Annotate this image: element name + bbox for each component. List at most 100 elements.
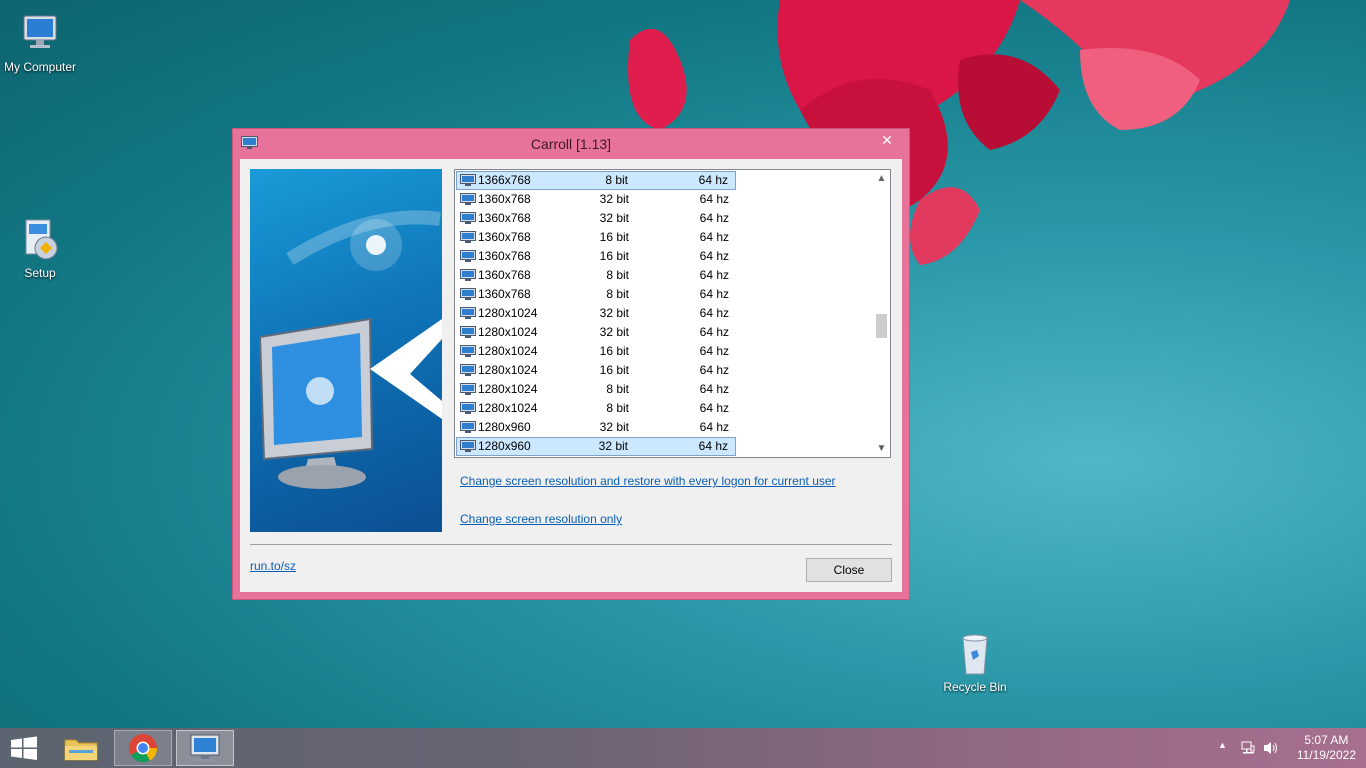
vertical-scrollbar[interactable]: ▲ ▼ [873,170,890,457]
clock-time: 5:07 AM [1304,733,1349,747]
resolution-row[interactable]: 1360x768 32 bit 64 hz [456,209,736,228]
refresh-rate-value: 64 hz [699,363,729,377]
resolution-row[interactable]: 1360x768 16 bit 64 hz [456,228,736,247]
resolution-value: 1280x1024 [478,382,538,396]
refresh-rate-value: 64 hz [699,211,729,225]
change-resolution-restore-link[interactable]: Change screen resolution and restore wit… [460,474,836,488]
resolution-row[interactable]: 1280x1024 32 bit 64 hz [456,323,736,342]
desktop-icon-label: Recycle Bin [943,680,1007,694]
monitor-icon [460,364,476,376]
color-depth-value: 8 bit [605,173,628,187]
refresh-rate-value: 64 hz [699,268,729,282]
taskbar-chrome[interactable] [114,730,172,766]
resolution-list[interactable]: 1366x768 8 bit 64 hz 1360x768 32 bit 64 hz 136… [454,169,891,458]
monitor-banner-image [250,169,442,532]
window-client: 1366x768 8 bit 64 hz 1360x768 32 bit 64 hz 136… [240,159,902,592]
monitor-icon [460,383,476,395]
color-depth-value: 32 bit [599,420,629,434]
monitor-icon [460,231,476,243]
resolution-value: 1360x768 [478,211,531,225]
resolution-row[interactable]: 1280x1024 8 bit 64 hz [456,399,736,418]
folder-icon [64,739,98,761]
refresh-rate-value: 64 hz [699,382,729,396]
refresh-rate-value: 64 hz [699,325,729,339]
resolution-row[interactable]: 1360x768 8 bit 64 hz [456,285,736,304]
monitor-icon [460,440,476,452]
scroll-up-arrow-icon[interactable]: ▲ [873,170,890,187]
resolution-row[interactable]: 1360x768 32 bit 64 hz [456,190,736,209]
recycle-bin-icon [962,634,988,675]
desktop-icon-my-computer[interactable]: My Computer [0,10,80,74]
color-depth-value: 8 bit [606,382,629,396]
color-depth-value: 16 bit [599,363,629,377]
taskbar-carroll[interactable] [176,730,234,766]
resolution-value: 1280x1024 [478,306,538,320]
title-bar[interactable]: Carroll [1.13] ✕ [233,129,909,159]
refresh-rate-value: 64 hz [699,306,729,320]
website-link[interactable]: run.to/sz [250,559,296,573]
separator [250,544,892,545]
network-icon[interactable] [1240,740,1256,756]
desktop-icon-setup[interactable]: Setup [0,216,80,280]
show-hidden-icons-chevron-up-icon[interactable]: ▲ [1218,740,1227,750]
chrome-icon [129,734,158,763]
resolution-rows: 1366x768 8 bit 64 hz 1360x768 32 bit 64 hz 136… [456,171,736,456]
resolution-row[interactable]: 1280x1024 8 bit 64 hz [456,380,736,399]
clock-date: 11/19/2022 [1296,748,1356,762]
computer-icon [23,15,57,48]
monitor-icon [460,345,476,357]
resolution-value: 1366x768 [478,173,531,187]
start-button[interactable] [0,730,48,766]
monitor-icon [460,288,476,300]
resolution-value: 1360x768 [478,268,531,282]
carroll-window: Carroll [1.13] ✕ 1366x768 8 bit 64 hz 1360x… [232,128,910,600]
monitor-icon [460,326,476,338]
resolution-row[interactable]: 1360x768 16 bit 64 hz [456,247,736,266]
desktop-icon-label: My Computer [3,60,77,74]
window-title: Carroll [1.13] [530,136,612,152]
color-depth-value: 32 bit [599,192,629,206]
color-depth-value: 16 bit [599,344,629,358]
refresh-rate-value: 64 hz [699,287,729,301]
desktop-icon-label: Setup [24,266,56,280]
taskbar-clock[interactable]: 5:07 AM 11/19/2022 [1297,733,1356,763]
resolution-value: 1280x960 [478,439,531,453]
taskbar: ▲ 5:07 AM 11/19/2022 [0,728,1366,768]
refresh-rate-value: 64 hz [699,249,729,263]
resolution-row[interactable]: 1280x960 32 bit 64 hz [456,437,736,456]
resolution-row[interactable]: 1280x1024 16 bit 64 hz [456,361,736,380]
monitor-icon [460,193,476,205]
refresh-rate-value: 64 hz [699,192,729,206]
volume-icon[interactable] [1262,740,1280,756]
close-button[interactable]: Close [806,558,892,582]
change-resolution-only-link[interactable]: Change screen resolution only [460,512,622,526]
close-icon[interactable]: ✕ [873,130,901,150]
monitor-icon [460,421,476,433]
resolution-value: 1280x960 [478,420,531,434]
monitor-icon [460,250,476,262]
monitor-icon [460,402,476,414]
resolution-value: 1280x1024 [478,344,538,358]
refresh-rate-value: 64 hz [698,439,728,453]
refresh-rate-value: 64 hz [699,230,729,244]
resolution-row[interactable]: 1280x960 32 bit 64 hz [456,418,736,437]
resolution-row[interactable]: 1366x768 8 bit 64 hz [456,171,736,190]
resolution-value: 1280x1024 [478,401,538,415]
resolution-row[interactable]: 1280x1024 32 bit 64 hz [456,304,736,323]
resolution-value: 1280x1024 [478,363,538,377]
refresh-rate-value: 64 hz [699,420,729,434]
windows-logo-icon [11,736,37,760]
system-tray: ▲ [1216,728,1286,768]
resolution-value: 1360x768 [478,192,531,206]
taskbar-file-explorer[interactable] [56,730,106,766]
resolution-row[interactable]: 1280x1024 16 bit 64 hz [456,342,736,361]
monitor-icon [460,307,476,319]
refresh-rate-value: 64 hz [698,173,728,187]
color-depth-value: 8 bit [606,268,629,282]
setup-icon [25,219,58,260]
resolution-row[interactable]: 1360x768 8 bit 64 hz [456,266,736,285]
desktop-icon-recycle-bin[interactable]: Recycle Bin [935,630,1015,694]
scroll-thumb[interactable] [876,314,887,338]
color-depth-value: 32 bit [599,306,629,320]
scroll-down-arrow-icon[interactable]: ▼ [873,440,890,457]
